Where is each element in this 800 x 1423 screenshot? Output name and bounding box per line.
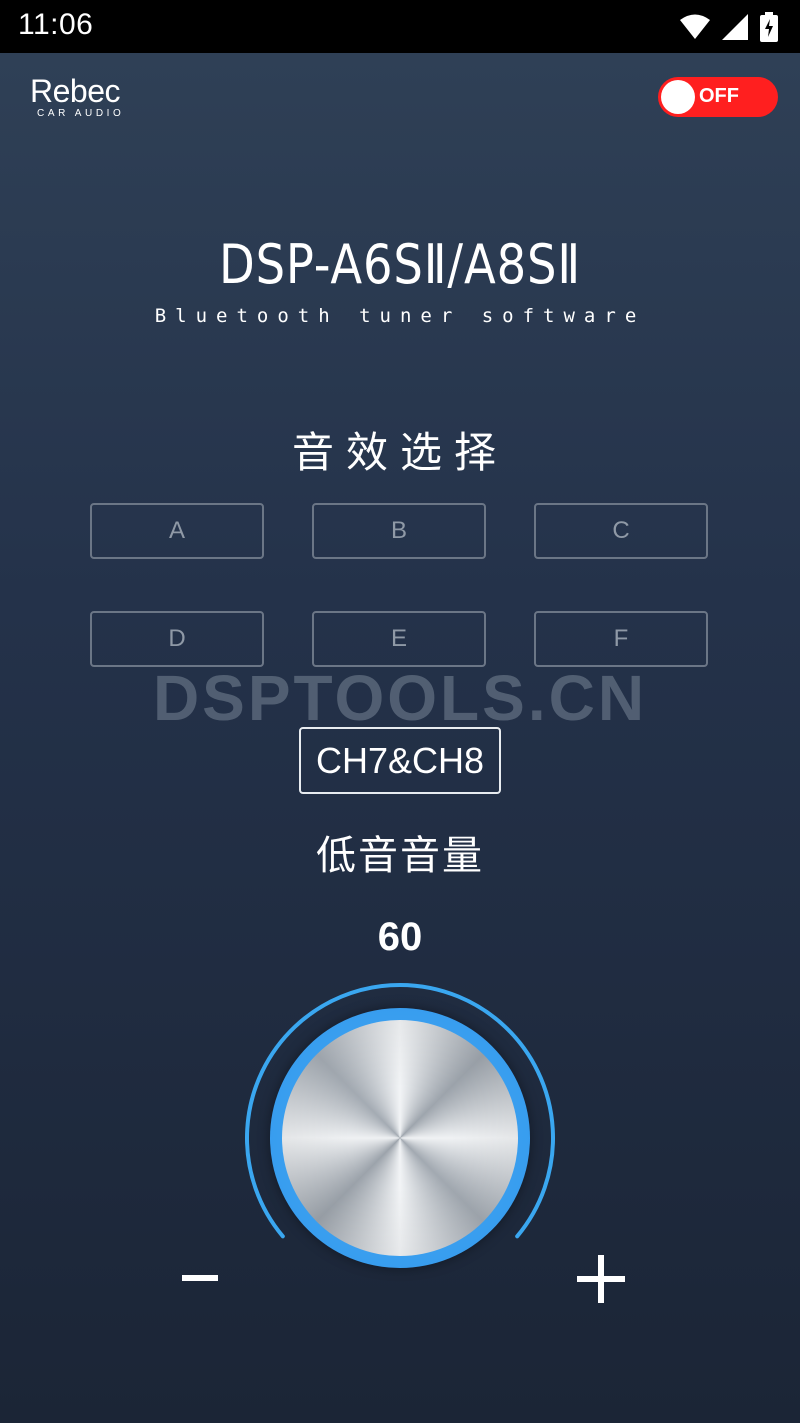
logo-main-text: Rebec <box>30 73 121 109</box>
preset-button-a[interactable]: A <box>90 503 264 559</box>
volume-knob[interactable] <box>240 978 560 1298</box>
preset-button-b[interactable]: B <box>312 503 486 559</box>
wifi-icon <box>680 14 710 44</box>
volume-minus-button[interactable] <box>178 1249 222 1309</box>
preset-grid: A B C D E F <box>90 503 712 671</box>
toggle-knob <box>661 80 695 114</box>
product-subtitle: Bluetooth tuner software <box>154 305 646 327</box>
logo-sub-text: CAR AUDIO <box>37 108 125 119</box>
app-screen: Rebec CAR AUDIO OFF DSP-A6SⅡ/A8SⅡ Blueto… <box>0 53 800 1423</box>
minus-icon <box>182 1275 218 1281</box>
preset-button-e[interactable]: E <box>312 611 486 667</box>
cell-signal-icon <box>722 14 748 44</box>
product-title: DSP-A6SⅡ/A8SⅡ <box>218 233 582 296</box>
brand-logo: Rebec CAR AUDIO <box>30 75 124 119</box>
preset-button-d[interactable]: D <box>90 611 264 667</box>
volume-label: 低音音量 <box>316 833 484 879</box>
preset-button-c[interactable]: C <box>534 503 708 559</box>
volume-value: 60 <box>377 915 423 959</box>
status-time: 11:06 <box>18 8 94 41</box>
sound-effect-title: 音效选择 <box>291 428 508 477</box>
status-bar: 11:06 <box>0 0 800 53</box>
status-icons <box>680 12 778 46</box>
preset-button-f[interactable]: F <box>534 611 708 667</box>
knob-face[interactable] <box>282 1020 518 1256</box>
power-toggle-label: OFF <box>699 85 739 107</box>
watermark: DSPTOOLS.CN <box>152 662 648 734</box>
channel-button[interactable]: CH7&CH8 <box>299 727 501 794</box>
plus-icon <box>577 1255 625 1303</box>
battery-charging-icon <box>760 12 778 46</box>
power-toggle[interactable]: OFF <box>658 77 778 117</box>
volume-plus-button[interactable] <box>574 1249 628 1309</box>
